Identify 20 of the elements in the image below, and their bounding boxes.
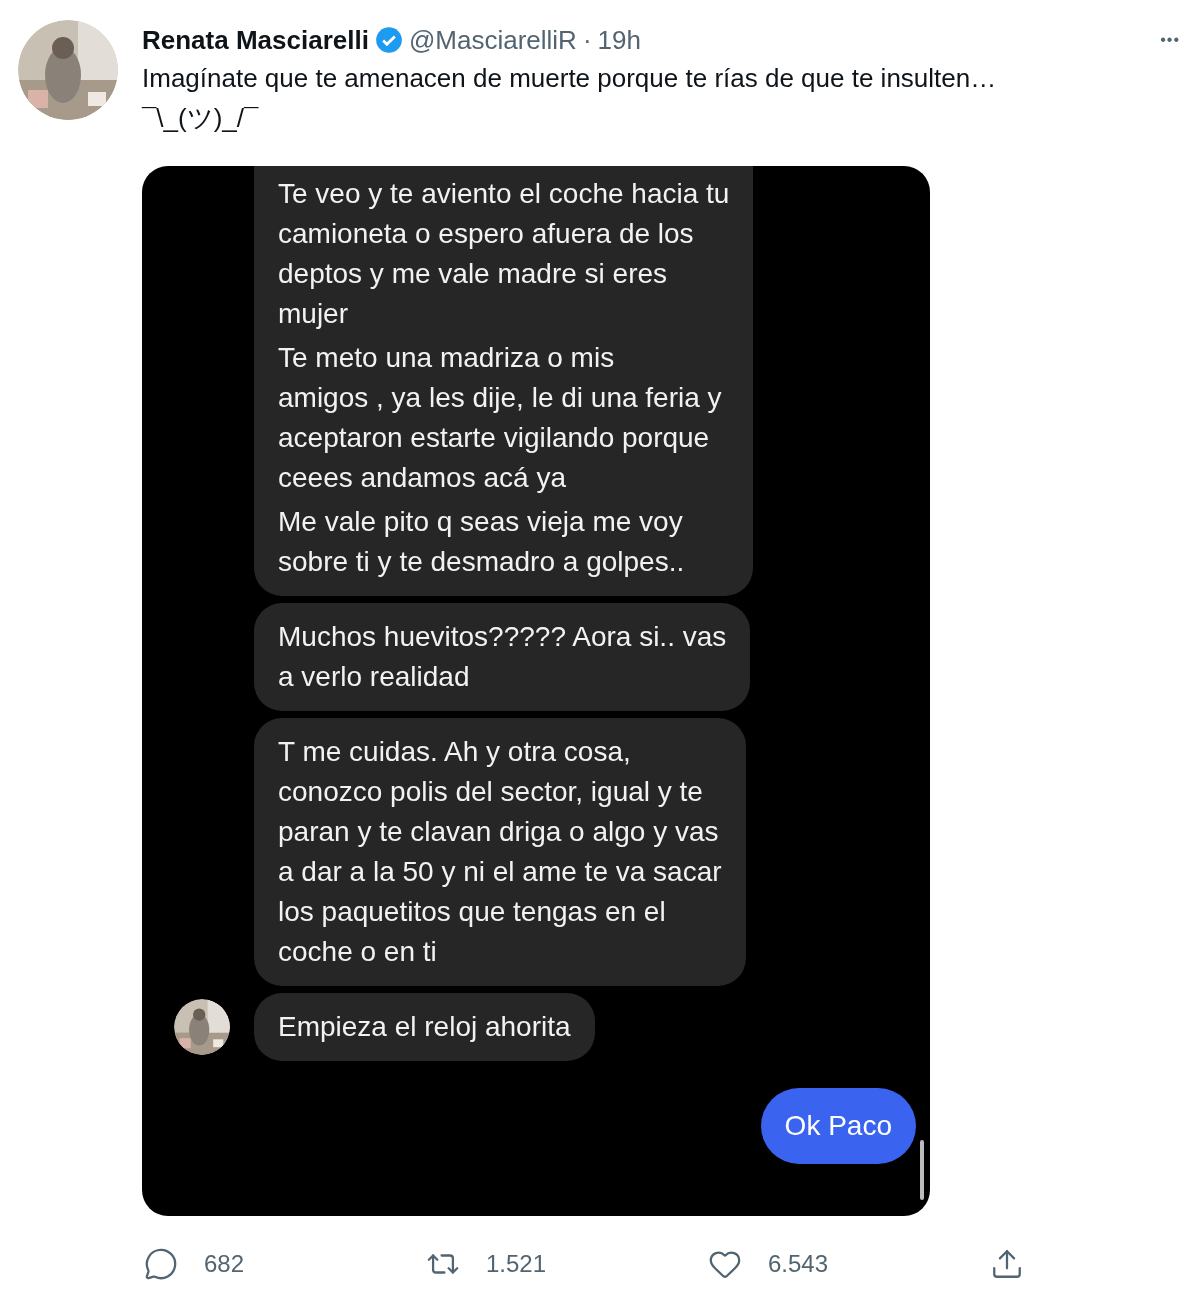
message-text: Te veo y te aviento el coche hacia tu camioneta o espero afuera de los deptos y me vale madre si eres mujer <box>278 177 730 331</box>
message-text: Ok Paco <box>784 1109 892 1143</box>
reply-icon[interactable] <box>144 1247 178 1281</box>
tweet-time[interactable]: 19h <box>597 22 641 58</box>
message-text: Muchos huevitos????? Aora si.. vas a verlo realidad <box>278 620 727 694</box>
action-count: 6.543 <box>768 1249 829 1279</box>
scroll-bar <box>920 1140 924 1200</box>
message-text: Te meto una madriza o mis amigos , ya les dije, le di una feria y aceptaron estarte vigilando porque ceees andamos acá ya <box>278 341 723 495</box>
author-name[interactable]: Renata Masciarelli <box>142 22 369 58</box>
message-text: Me vale pito q seas vieja me voy sobre ti y te desmadro a golpes.. <box>278 505 686 579</box>
action-count: 682 <box>204 1249 245 1279</box>
author-handle[interactable]: @MasciarelliR <box>408 22 577 58</box>
tweet-text: Imagínate que te amenacen de muerte porque te rías de que te insulten… <box>142 62 998 95</box>
tweet-text: ¯\_(ツ)_/¯ <box>142 102 260 135</box>
message-text: Empieza el reloj ahorita <box>278 1010 571 1044</box>
more-button[interactable]: ••• <box>1160 22 1188 58</box>
separator: · <box>582 24 592 57</box>
action-count: 1.521 <box>486 1249 547 1279</box>
share-icon[interactable] <box>990 1247 1024 1281</box>
message-text: T me cuidas. Ah y otra cosa, conozco polis del sector, igual y te paran y te clavan driga o algo y vas a dar a la 50 y ni el ame te va sacar los paquetitos que tengas en el coche o en ti <box>278 735 722 969</box>
